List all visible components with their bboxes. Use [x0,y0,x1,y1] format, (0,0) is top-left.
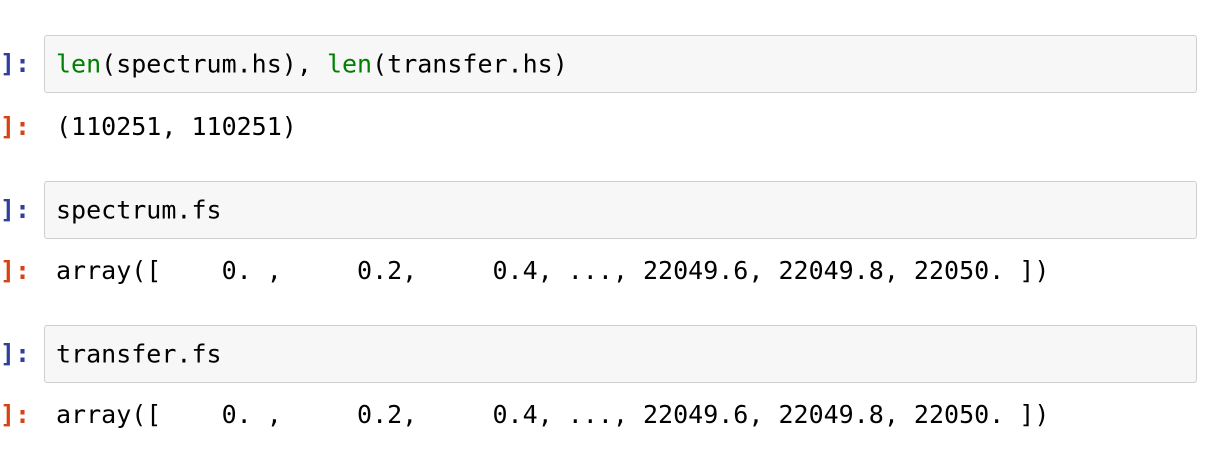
cell-2-input-row: ]: spectrum.fs [0,181,1226,239]
cell-3-code: transfer.fs [56,339,222,369]
cell-1-out-prompt: ]: [0,112,31,141]
cell-3-out-prompt: ]: [0,400,31,429]
cell-3-output-row: ]: array([ 0. , 0.2, 0.4, ..., 22049.6, … [0,400,1226,434]
cell-3-in-prompt: ]: [0,339,31,368]
code-arg: (transfer.hs) [372,49,568,79]
cell-3-code-editor[interactable]: transfer.fs [44,325,1197,383]
builtin-len: len [56,49,102,79]
cell-1-output-row: ]: (110251, 110251) [0,112,1226,146]
cell-1-output: (110251, 110251) [56,112,297,141]
cell-1-in-prompt: ]: [0,49,31,78]
cell-2-out-prompt: ]: [0,256,31,285]
cell-1-code-editor[interactable]: len(spectrum.hs), len(transfer.hs) [44,35,1197,93]
builtin-len: len [326,49,373,79]
cell-2-output-row: ]: array([ 0. , 0.2, 0.4, ..., 22049.6, … [0,256,1226,290]
cell-2-code: spectrum.fs [56,195,222,225]
cell-2-output: array([ 0. , 0.2, 0.4, ..., 22049.6, 220… [56,256,1050,285]
cell-1-code: len(spectrum.hs), len(transfer.hs) [56,50,568,79]
cell-1-input-row: ]: len(spectrum.hs), len(transfer.hs) [0,35,1226,93]
code-arg: (spectrum.hs), [101,49,327,79]
cell-3-output: array([ 0. , 0.2, 0.4, ..., 22049.6, 220… [56,400,1050,429]
cell-3-input-row: ]: transfer.fs [0,325,1226,383]
notebook: ]: len(spectrum.hs), len(transfer.hs) ]:… [0,0,1226,472]
cell-2-code-editor[interactable]: spectrum.fs [44,181,1197,239]
cell-2-in-prompt: ]: [0,195,31,224]
